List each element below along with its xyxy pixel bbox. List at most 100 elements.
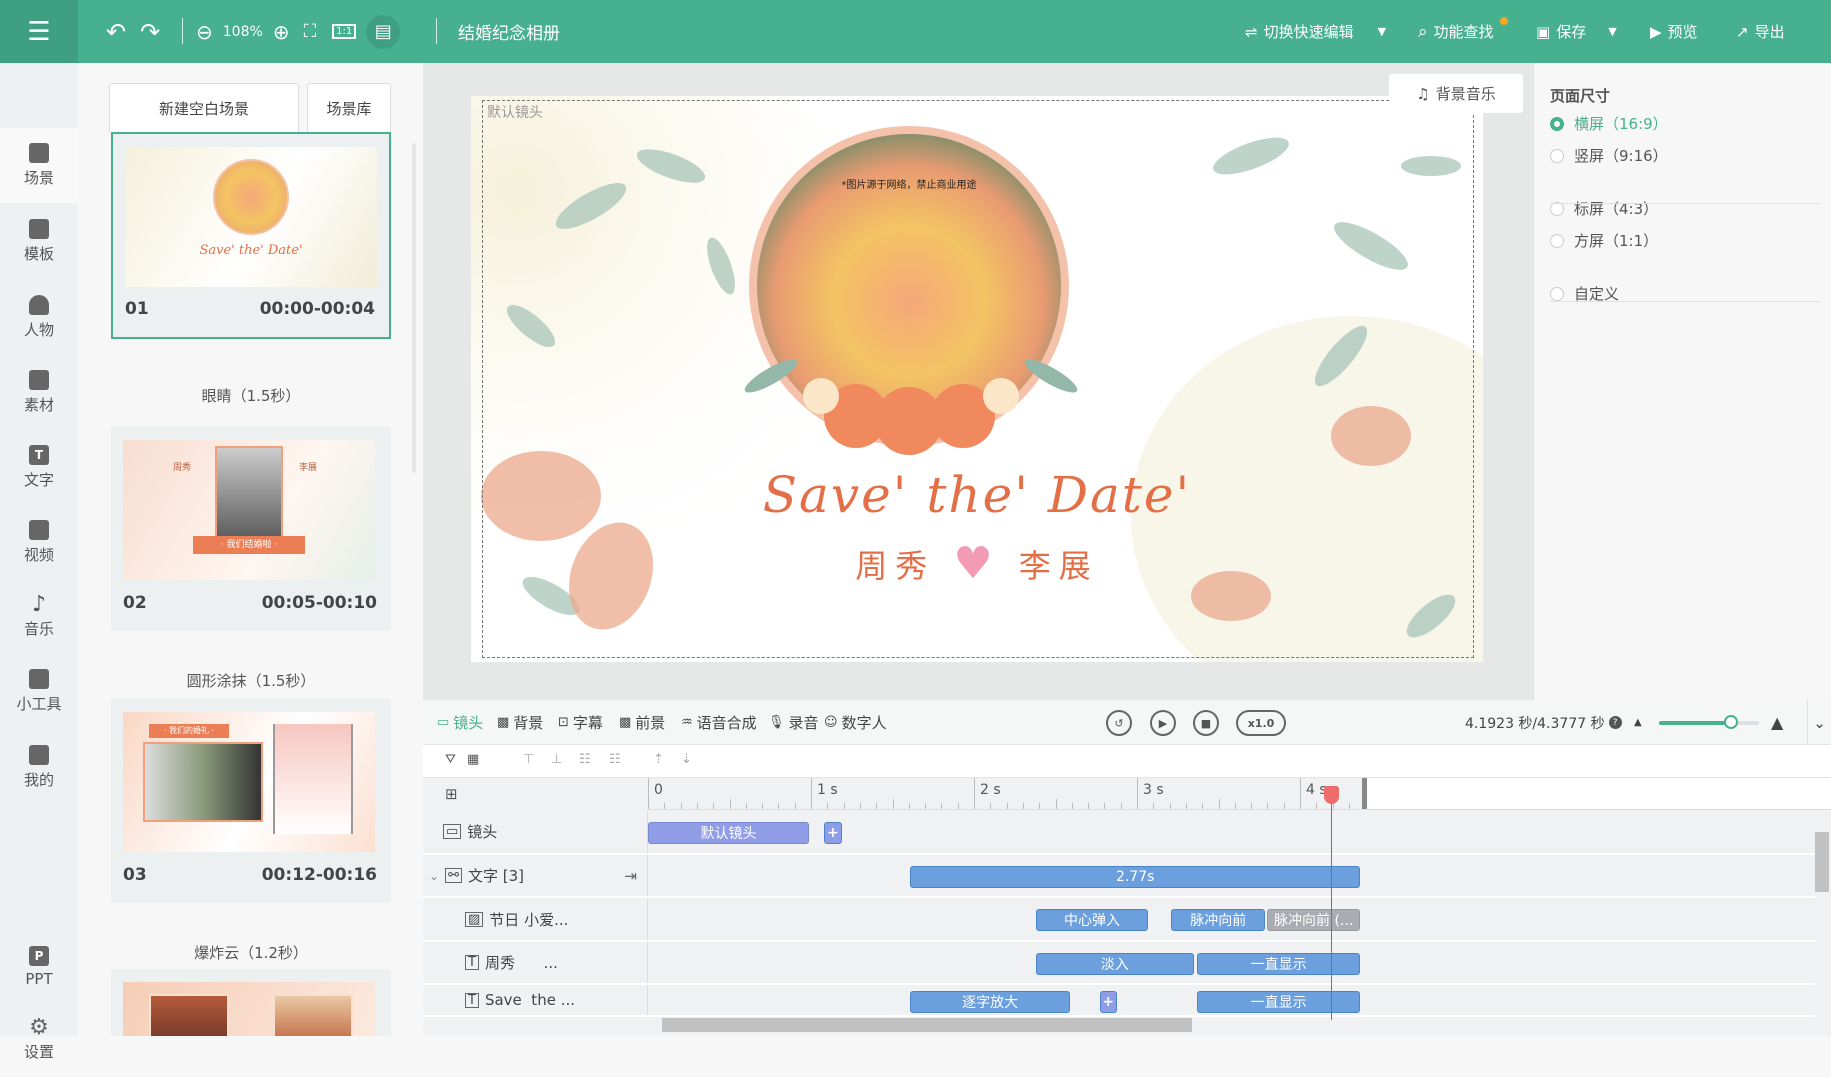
radio-button[interactable] bbox=[1550, 148, 1564, 163]
radio-button[interactable] bbox=[1550, 116, 1564, 131]
timeline-segment[interactable]: 2.77s bbox=[910, 865, 1360, 888]
rail-item-scene[interactable]: 场景 bbox=[0, 128, 78, 203]
rail-item-video[interactable]: 视频 bbox=[0, 505, 78, 580]
track-label[interactable]: ▨ 节日 小爱... bbox=[423, 898, 648, 940]
track-label[interactable]: T 周秀 ... bbox=[423, 942, 648, 983]
add-segment-button[interactable]: + bbox=[824, 821, 842, 844]
rail-item-person[interactable]: 人物 bbox=[0, 280, 78, 355]
page-size-option[interactable]: 标屏（4:3） bbox=[1550, 198, 1658, 219]
speed-button[interactable]: x1.0 bbox=[1236, 710, 1286, 736]
zoom-large-icon[interactable]: ▲ bbox=[1771, 700, 1783, 745]
preview-button[interactable]: ▶ 预览 bbox=[1650, 0, 1698, 63]
timeline-segment[interactable]: 一直显示 bbox=[1197, 991, 1360, 1013]
group-icon[interactable]: ▦ bbox=[467, 752, 479, 767]
scene-card[interactable]: Save' the' Date' 01 00:00-00:04 bbox=[111, 132, 391, 339]
timeline-segment[interactable]: 脉冲向前 (... bbox=[1267, 909, 1360, 931]
scrollbar-thumb[interactable] bbox=[662, 1018, 1192, 1032]
tab-camera[interactable]: ▭ 镜头 bbox=[437, 700, 483, 745]
scene-card[interactable]: · 我们的婚礼 · 03 00:12-00:16 bbox=[111, 699, 391, 903]
chevron-down-icon[interactable]: ▼ bbox=[1608, 25, 1616, 38]
playhead[interactable] bbox=[1324, 786, 1340, 1020]
page-size-option[interactable]: 竖屏（9:16） bbox=[1550, 145, 1668, 166]
help-icon[interactable]: ? bbox=[1608, 716, 1622, 729]
track-label[interactable]: ⌄ ⚯ 文字 [3] ⇥ bbox=[423, 855, 648, 896]
radio-button[interactable] bbox=[1550, 233, 1564, 248]
distribute-icon[interactable]: ☷ bbox=[579, 752, 591, 767]
scene-scrollbar[interactable] bbox=[412, 143, 416, 473]
timeline-segment[interactable]: 逐字放大 bbox=[910, 991, 1070, 1013]
timeline-segment[interactable]: 中心弹入 bbox=[1035, 909, 1149, 931]
stop-button[interactable]: ■ bbox=[1193, 710, 1219, 736]
export-button[interactable]: ↗ 导出 bbox=[1736, 0, 1785, 63]
transition-label[interactable]: 圆形涂抹（1.5秒） bbox=[111, 670, 391, 691]
tab-digital-human[interactable]: ☺ 数字人 bbox=[824, 700, 887, 745]
scene-library-button[interactable]: 场景库 bbox=[307, 83, 391, 134]
timeline-zoom-slider[interactable] bbox=[1659, 715, 1759, 729]
playhead-handle[interactable] bbox=[1324, 786, 1340, 804]
page-size-option[interactable]: 方屏（1:1） bbox=[1550, 230, 1658, 251]
actual-size-icon[interactable]: 1:1 bbox=[332, 24, 357, 39]
background-music-button[interactable]: ♫ 背景音乐 bbox=[1389, 74, 1523, 113]
chevron-down-icon[interactable]: ▼ bbox=[1378, 25, 1386, 38]
fullscreen-icon[interactable]: ⛶ bbox=[304, 21, 317, 42]
timeline-segment[interactable]: 默认镜头 bbox=[648, 821, 809, 844]
menu-button[interactable]: ☰ bbox=[0, 0, 78, 63]
collapse-icon[interactable]: ⌄ bbox=[1807, 700, 1831, 745]
horizontal-scrollbar[interactable] bbox=[652, 1017, 1812, 1033]
tab-voice-synthesis[interactable]: ♒ 语音合成 bbox=[681, 700, 757, 745]
rail-item-material[interactable]: 素材 bbox=[0, 355, 78, 430]
align-bottom-icon[interactable]: ⊥ bbox=[551, 752, 562, 767]
rail-item-toolbox[interactable]: 小工具 bbox=[0, 654, 78, 729]
redo-icon[interactable]: ↷ bbox=[140, 18, 160, 46]
save-button[interactable]: ▣ 保存 ▼ bbox=[1536, 0, 1617, 63]
track-label[interactable]: ▭ 镜头 bbox=[423, 810, 648, 853]
switch-quick-edit-button[interactable]: ⇌ 切换快速编辑 ▼ bbox=[1245, 0, 1386, 63]
tab-foreground[interactable]: ▩ 前景 bbox=[619, 700, 665, 745]
chevron-down-icon[interactable]: ⌄ bbox=[429, 869, 439, 883]
track-label[interactable]: T Save the ... bbox=[423, 985, 648, 1015]
rail-item-gear[interactable]: ⚙ 设置 bbox=[0, 1002, 78, 1077]
move-up-icon[interactable]: ⇡ bbox=[653, 752, 664, 767]
align-top-icon[interactable]: ⊤ bbox=[523, 752, 534, 767]
filter-icon[interactable]: ⛛ bbox=[445, 752, 456, 767]
track-layout-icon[interactable]: ⊞ bbox=[423, 778, 648, 810]
rail-item-text[interactable]: T 文字 bbox=[0, 430, 78, 505]
time-ruler[interactable]: 01 s2 s3 s4 s bbox=[648, 778, 1831, 810]
project-title[interactable]: 结婚纪念相册 bbox=[458, 0, 560, 63]
scrollbar-thumb[interactable] bbox=[1815, 832, 1829, 892]
transition-label[interactable]: 爆炸云（1.2秒） bbox=[111, 942, 391, 963]
timeline-segment[interactable]: 一直显示 bbox=[1197, 952, 1360, 975]
transition-label[interactable]: 眼睛（1.5秒） bbox=[111, 385, 391, 406]
move-down-icon[interactable]: ⇣ bbox=[681, 752, 692, 767]
new-blank-scene-button[interactable]: 新建空白场景 bbox=[109, 83, 299, 134]
ruler-tick bbox=[680, 803, 682, 809]
radio-button[interactable] bbox=[1550, 286, 1564, 301]
tab-background[interactable]: ▩ 背景 bbox=[497, 700, 543, 745]
rail-item-label: 场景 bbox=[23, 169, 54, 187]
undo-icon[interactable]: ↶ bbox=[106, 18, 126, 46]
scene-card[interactable]: · 我们结婚啦 · 周秀 李展 02 00:05-00:10 bbox=[111, 427, 391, 631]
feature-search-button[interactable]: ⌕ 功能查找 bbox=[1418, 0, 1508, 63]
rail-item-music[interactable]: ♪ 音乐 bbox=[0, 579, 78, 654]
subtitle-tool-icon[interactable]: ▤ bbox=[366, 14, 401, 49]
play-button[interactable]: ▶ bbox=[1150, 710, 1176, 736]
rail-item-ppt[interactable]: P PPT bbox=[0, 929, 78, 1004]
scene-canvas[interactable]: *图片源于网络，禁止商业用途 Save' the' Date' 周秀 ♥ 李展 默认… bbox=[471, 96, 1483, 662]
rewind-button[interactable]: ↺ bbox=[1106, 710, 1132, 736]
rail-item-template[interactable]: 模板 bbox=[0, 204, 78, 279]
zoom-small-icon[interactable]: ▲ bbox=[1634, 700, 1642, 745]
page-size-option[interactable]: 横屏（16:9） bbox=[1550, 113, 1668, 134]
distribute-h-icon[interactable]: ☷ bbox=[609, 752, 621, 767]
vertical-scrollbar[interactable] bbox=[1815, 812, 1829, 1017]
tab-microphone[interactable]: 🎙 录音 bbox=[768, 700, 819, 745]
zoom-in-icon[interactable]: ⊕ bbox=[273, 20, 290, 44]
zoom-out-icon[interactable]: ⊖ bbox=[196, 20, 213, 44]
camera-frame[interactable] bbox=[482, 100, 1474, 658]
rail-item-upload[interactable]: 我的 bbox=[0, 730, 78, 805]
add-segment-button[interactable]: + bbox=[1099, 991, 1118, 1013]
timeline-segment[interactable]: 淡入 bbox=[1035, 952, 1194, 975]
timeline-segment[interactable]: 脉冲向前 bbox=[1171, 909, 1266, 931]
tab-subtitle[interactable]: ⊡ 字幕 bbox=[558, 700, 603, 745]
exit-group-icon[interactable]: ⇥ bbox=[624, 867, 637, 885]
scene-card[interactable] bbox=[111, 969, 391, 1036]
